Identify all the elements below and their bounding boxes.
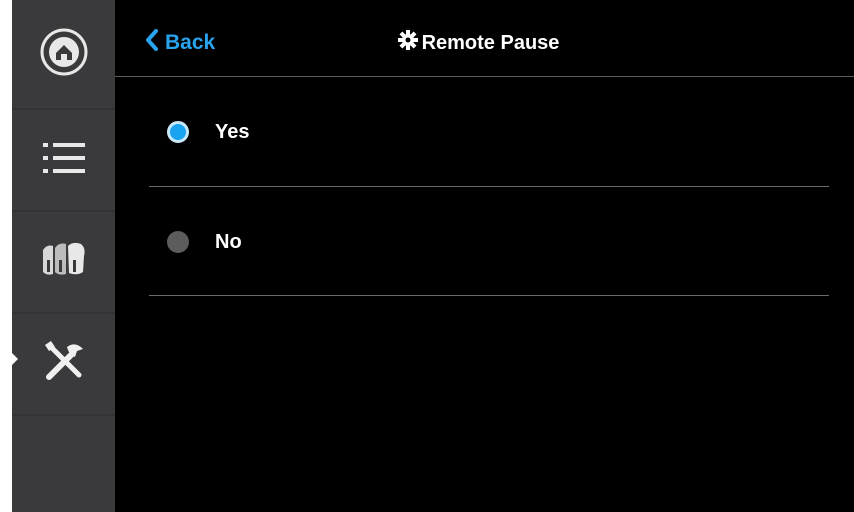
- divider: [149, 186, 829, 187]
- radio-yes[interactable]: [167, 121, 189, 143]
- tools-icon: [41, 339, 87, 390]
- sidebar-item-settings[interactable]: [12, 314, 115, 414]
- sidebar-item-home[interactable]: [12, 0, 115, 108]
- gear-icon: [397, 30, 418, 56]
- option-no-label: No: [215, 230, 242, 253]
- sidebar-item-empty: [12, 416, 115, 512]
- sidebar: [12, 0, 115, 512]
- active-indicator-arrow: [12, 353, 18, 365]
- option-yes-label: Yes: [215, 120, 250, 143]
- list-icon: [41, 138, 87, 183]
- sidebar-item-materials[interactable]: [12, 212, 115, 312]
- page-title-text: Remote Pause: [421, 31, 560, 54]
- option-no[interactable]: No: [149, 188, 829, 296]
- option-yes[interactable]: Yes: [149, 78, 829, 186]
- header-divider: [115, 76, 854, 77]
- filament-spools-icon: [39, 242, 89, 283]
- home-icon: [39, 27, 89, 82]
- radio-no[interactable]: [167, 231, 189, 253]
- screen: Back Remote Pause Yes No: [12, 0, 854, 512]
- sidebar-item-list[interactable]: [12, 110, 115, 210]
- header: Back Remote Pause: [115, 0, 854, 76]
- divider: [149, 295, 829, 296]
- page-title: Remote Pause: [115, 28, 854, 58]
